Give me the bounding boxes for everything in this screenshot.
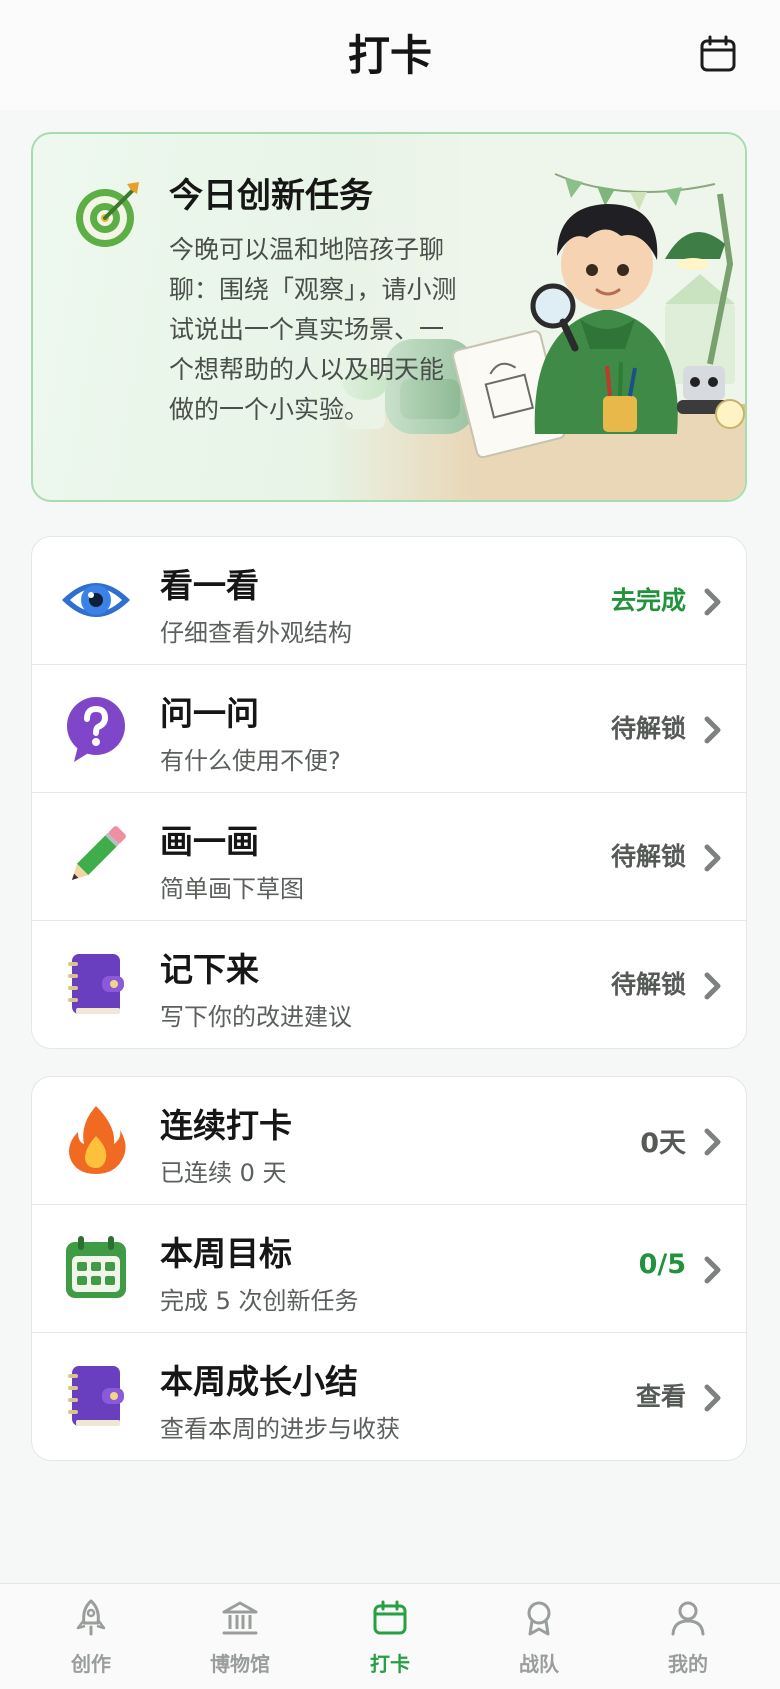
stat-row-weekly-goal[interactable]: 本周目标 完成 5 次创新任务 0/5	[32, 1205, 746, 1333]
flame-icon	[69, 1106, 126, 1174]
eye-icon	[62, 583, 130, 617]
row-subtitle: 已连续 0 天	[160, 1159, 287, 1187]
task-row-look[interactable]: 看一看 仔细查看外观结构 去完成	[32, 537, 746, 665]
row-title: 本周成长小结	[160, 1362, 358, 1401]
chevron-right-icon	[704, 1128, 721, 1156]
tab-label: 打卡	[370, 1652, 410, 1676]
stat-row-weekly-summary[interactable]: 本周成长小结 查看本周的进步与收获 查看	[32, 1333, 746, 1460]
bottom-tab-bar: 创作 博物馆 打卡 战队 我的	[0, 1583, 780, 1689]
row-subtitle: 有什么使用不便?	[160, 747, 341, 775]
tab-team[interactable]: 战队	[461, 1584, 617, 1689]
daily-task-card[interactable]: 今日创新任务 今晚可以温和地陪孩子聊聊：围绕「观察」，请小测试说出一个真实场景、…	[31, 132, 747, 502]
question-icon	[67, 697, 125, 762]
tab-label: 战队	[519, 1652, 559, 1676]
badge-icon	[527, 1601, 551, 1636]
page-title: 打卡	[347, 31, 432, 80]
tab-checkin[interactable]: 打卡	[312, 1584, 468, 1689]
hero-description: 今晚可以温和地陪孩子聊聊：围绕「观察」，请小测试说出一个真实场景、一个想帮助的人…	[169, 235, 457, 424]
row-title: 连续打卡	[160, 1106, 292, 1145]
row-status: 查看	[635, 1382, 686, 1411]
row-subtitle: 仔细查看外观结构	[160, 619, 352, 647]
task-row-draw[interactable]: 画一画 简单画下草图 待解锁	[32, 793, 746, 921]
rocket-icon	[76, 1599, 106, 1636]
row-status: 去完成	[610, 586, 686, 615]
task-row-ask[interactable]: 问一问 有什么使用不便? 待解锁	[32, 665, 746, 793]
header: 打卡	[0, 0, 780, 110]
row-status: 待解锁	[610, 970, 686, 999]
notebook-icon	[68, 954, 124, 1014]
tab-label: 创作	[71, 1652, 111, 1676]
row-status: 待解锁	[610, 842, 686, 871]
hero-title: 今日创新任务	[169, 176, 373, 216]
pencil-icon	[71, 826, 126, 881]
user-icon	[671, 1601, 705, 1636]
row-title: 看一看	[160, 566, 259, 605]
chevron-right-icon	[704, 972, 721, 1000]
chevron-right-icon	[704, 844, 721, 872]
task-row-record[interactable]: 记下来 写下你的改进建议 待解锁	[32, 921, 746, 1048]
row-status: 0天	[640, 1128, 686, 1159]
row-subtitle: 简单画下草图	[160, 875, 304, 903]
row-title: 本周目标	[160, 1234, 292, 1273]
calendar-icon	[373, 1600, 407, 1635]
stat-row-streak[interactable]: 连续打卡 已连续 0 天 0天	[32, 1077, 746, 1205]
museum-icon	[222, 1601, 258, 1635]
tab-profile[interactable]: 我的	[610, 1584, 766, 1689]
row-title: 画一画	[160, 822, 259, 861]
row-status: 待解锁	[610, 714, 686, 743]
tab-label: 我的	[668, 1652, 708, 1676]
tab-label: 博物馆	[210, 1652, 270, 1676]
notebook-icon	[68, 1366, 124, 1426]
row-title: 记下来	[160, 950, 259, 989]
chevron-right-icon	[704, 1384, 721, 1412]
calendar-grid-icon	[66, 1236, 126, 1298]
stats-card: 连续打卡 已连续 0 天 0天 本周目标 完成 5 次创新任务 0/5 本周成长…	[31, 1076, 747, 1461]
row-status: 0/5	[638, 1249, 686, 1280]
calendar-icon[interactable]	[696, 32, 740, 76]
tab-create[interactable]: 创作	[13, 1584, 169, 1689]
row-title: 问一问	[160, 694, 259, 733]
chevron-right-icon	[704, 1256, 721, 1284]
chevron-right-icon	[704, 588, 721, 616]
tab-museum[interactable]: 博物馆	[162, 1584, 318, 1689]
target-icon	[76, 182, 139, 247]
row-subtitle: 完成 5 次创新任务	[160, 1287, 359, 1315]
chevron-right-icon	[704, 716, 721, 744]
row-subtitle: 写下你的改进建议	[160, 1003, 352, 1031]
task-list-card: 看一看 仔细查看外观结构 去完成 问一问 有什么使用不便? 待解锁 画一画 简单…	[31, 536, 747, 1049]
row-subtitle: 查看本周的进步与收获	[160, 1415, 400, 1443]
